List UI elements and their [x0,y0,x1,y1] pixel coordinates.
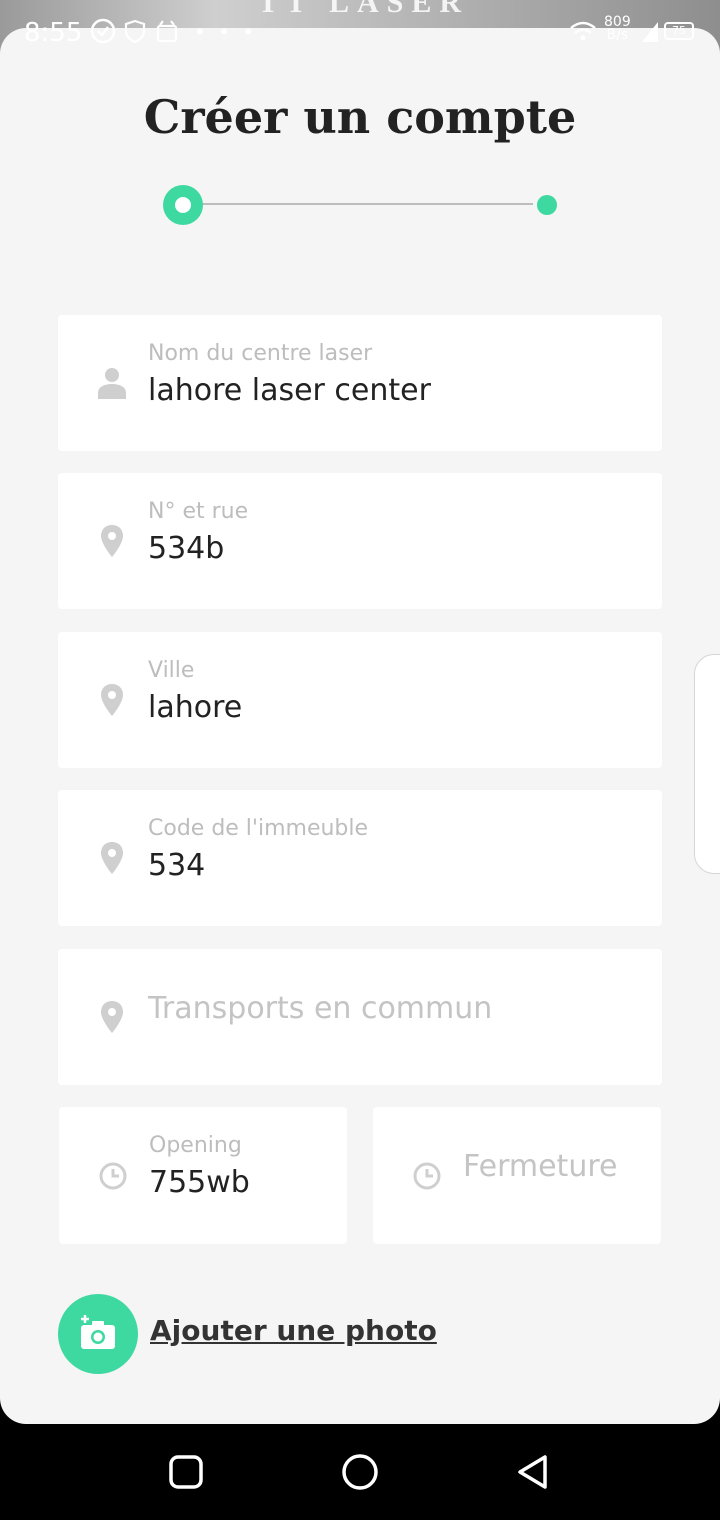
signal-icon [642,22,658,42]
closing-placeholder[interactable]: Fermeture [463,1149,617,1184]
street-label: N° et rue [148,499,249,524]
alarm-icon [156,20,178,43]
clock-icon [99,1162,127,1189]
back-icon[interactable] [514,1452,554,1492]
add-photo-link[interactable]: Ajouter une photo [150,1314,437,1347]
opening-label: Opening [149,1133,242,1158]
center-name-value[interactable]: lahore laser center [148,373,431,408]
location-pin-icon [101,1001,123,1033]
street-field[interactable]: N° et rue 534b [58,473,662,609]
stepper-line [193,203,533,205]
city-field[interactable]: Ville lahore [58,632,662,768]
location-pin-icon [101,525,123,557]
closing-field[interactable]: Fermeture [373,1107,661,1244]
more-notifications-icon: • • • [194,20,258,44]
person-icon [98,368,126,399]
opening-field[interactable]: Opening 755wb [59,1107,347,1244]
network-speed: 809 B/s [604,15,631,43]
progress-stepper [163,185,563,225]
add-camera-icon [81,1315,115,1349]
center-name-label: Nom du centre laser [148,341,373,366]
building-code-label: Code de l'immeuble [148,816,369,841]
building-code-value[interactable]: 534 [148,848,205,883]
battery-indicator: 75 [664,22,694,40]
network-speed-unit: B/s [606,27,629,43]
page-title: Créer un compte [143,90,577,144]
opening-value[interactable]: 755wb [149,1165,250,1200]
transport-field[interactable]: Transports en commun [58,949,662,1085]
location-pin-icon [101,842,123,874]
status-time: 8:55 [24,18,83,48]
step-2 [537,195,557,215]
city-value[interactable]: lahore [148,690,242,725]
system-nav-bar [0,1424,720,1520]
step-1-active [163,185,203,225]
transport-placeholder[interactable]: Transports en commun [148,991,492,1026]
home-icon[interactable] [340,1452,380,1492]
street-value[interactable]: 534b [148,531,224,566]
building-code-field[interactable]: Code de l'immeuble 534 [58,790,662,926]
vpn-icon [90,18,116,44]
recent-apps-icon[interactable] [166,1452,206,1492]
shield-icon [124,19,146,44]
location-pin-icon [101,684,123,716]
city-label: Ville [148,658,195,683]
wifi-icon [570,21,596,41]
center-name-field[interactable]: Nom du centre laser lahore laser center [58,315,662,451]
add-photo-button[interactable] [58,1294,138,1374]
side-panel-handle[interactable] [694,654,720,874]
clock-icon [413,1162,441,1189]
status-bar: 8:55 • • • 809 B/s 75 [0,0,720,60]
